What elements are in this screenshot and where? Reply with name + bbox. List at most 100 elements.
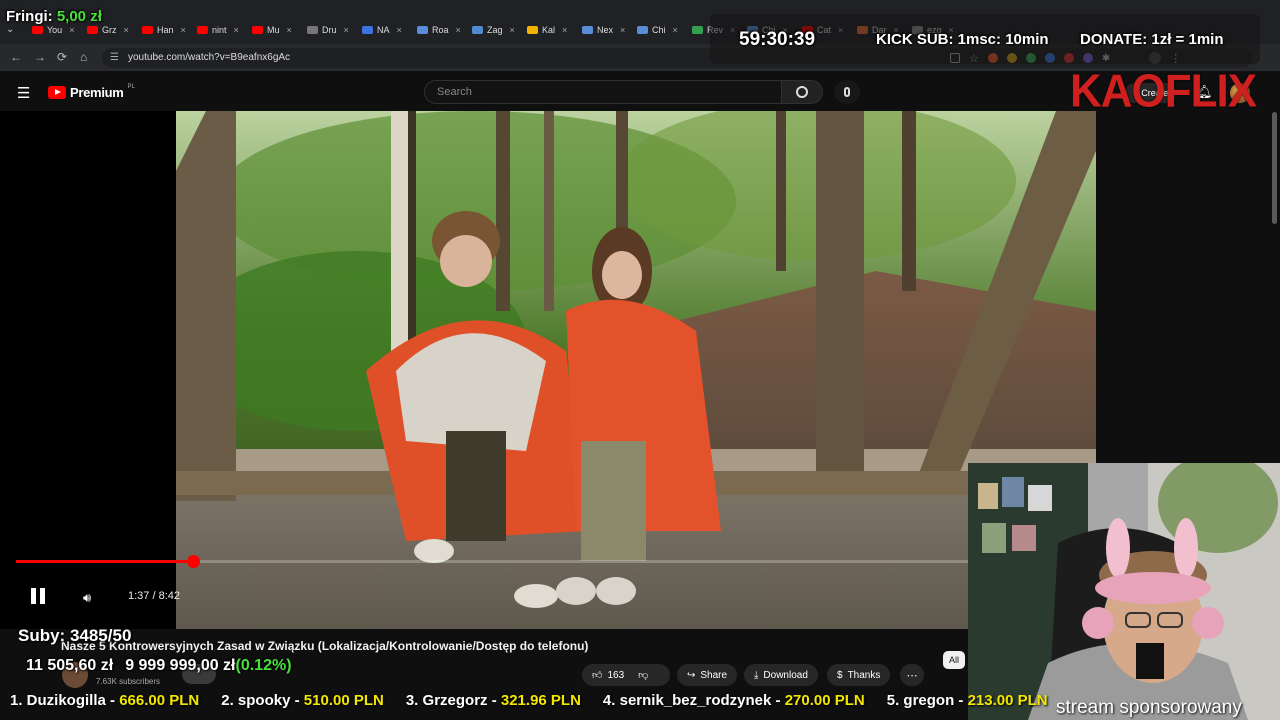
- sponsored-notice: stream sponsorowany: [1056, 697, 1242, 718]
- video-title: Nasze 5 Kontrowersyjnych Zasad w Związku…: [61, 639, 589, 653]
- tab-title: Kal: [542, 25, 556, 35]
- donor-separator: -: [771, 691, 785, 709]
- tab-title: Han: [157, 25, 174, 35]
- tab-close-icon[interactable]: ×: [510, 25, 515, 35]
- tab-list-chevron-icon[interactable]: ⌄: [6, 24, 14, 35]
- forward-arrow-icon[interactable]: →: [34, 50, 46, 64]
- secondary-column: [1096, 111, 1280, 463]
- tab-favicon-icon: [527, 26, 538, 34]
- like-count: 163: [607, 669, 625, 681]
- progress-bar-fill: [16, 560, 194, 563]
- kick-sub-rate: KICK SUB: 1msc: 10min: [876, 31, 1049, 48]
- tab-favicon-icon: [307, 26, 318, 34]
- home-icon[interactable]: ⌂: [80, 50, 87, 64]
- browser-tab[interactable]: Mu ×: [252, 22, 292, 38]
- kaoflix-logo: KAOFLIX: [1070, 65, 1257, 118]
- goal-percent: (0.12%): [235, 657, 292, 674]
- chip-all[interactable]: All: [943, 651, 966, 669]
- share-button[interactable]: ↪ Share: [677, 664, 738, 686]
- donor-name: 5. gregon: [886, 691, 955, 709]
- search-button[interactable]: [781, 80, 823, 104]
- donor-amount: 321.96 PLN: [500, 691, 581, 709]
- search-input[interactable]: Search: [424, 80, 782, 104]
- player-letterbox-left: [0, 111, 176, 629]
- tab-favicon-icon: [87, 26, 98, 34]
- donor-name: 4. sernik_bez_rodzynek: [602, 691, 772, 709]
- tab-close-icon[interactable]: ×: [456, 25, 461, 35]
- download-button[interactable]: ⤓ Download: [744, 664, 818, 686]
- thumbs-down-icon: 👎︎: [638, 670, 649, 681]
- video-frame[interactable]: [176, 111, 1096, 629]
- thanks-button[interactable]: $ Thanks: [827, 664, 891, 686]
- tab-close-icon[interactable]: ×: [69, 25, 74, 35]
- back-arrow-icon[interactable]: ←: [10, 50, 22, 64]
- tab-close-icon[interactable]: ×: [287, 25, 292, 35]
- tab-favicon-icon: [582, 26, 593, 34]
- more-dots-icon: ⋯: [906, 669, 918, 682]
- subathon-timer: 59:30:39: [739, 29, 816, 50]
- tab-close-icon[interactable]: ×: [397, 25, 402, 35]
- donation-goal: 11 505,60 zł 9 999 999,00 zł (0.12%): [26, 657, 292, 675]
- fringi-label: Fringi:: [6, 8, 53, 25]
- tab-favicon-icon: [197, 26, 208, 34]
- tab-title: nint: [212, 25, 227, 35]
- streamer-webcam: [968, 463, 1280, 720]
- money-raised: 11 505,60 zł: [26, 657, 114, 674]
- download-icon: ⤓: [754, 669, 759, 681]
- browser-tab[interactable]: NA ×: [362, 22, 402, 38]
- tab-title: Zag: [487, 25, 503, 35]
- donor-entry: 1. Duzikogilla - 666.00 PLN: [10, 692, 199, 709]
- tab-close-icon[interactable]: ×: [620, 25, 625, 35]
- browser-tab[interactable]: Dru ×: [307, 22, 349, 38]
- reload-icon[interactable]: ⟳: [57, 50, 67, 64]
- dislike-button[interactable]: 👎︎: [638, 669, 648, 681]
- pause-button[interactable]: [31, 588, 49, 606]
- site-info-icon[interactable]: ☰: [110, 52, 119, 63]
- tab-close-icon[interactable]: ×: [673, 25, 678, 35]
- browser-tab[interactable]: Nex ×: [582, 22, 625, 38]
- time-display: 1:37 / 8:42: [128, 590, 180, 602]
- browser-tab[interactable]: Roa ×: [417, 22, 461, 38]
- progress-scrubber-handle[interactable]: [187, 555, 201, 568]
- chip-all-label: All: [949, 655, 960, 665]
- voice-search-button[interactable]: [834, 80, 860, 104]
- browser-tab[interactable]: Zag ×: [472, 22, 515, 38]
- fringi-value: 5,00 zł: [56, 8, 102, 25]
- browser-tab[interactable]: nint ×: [197, 22, 239, 38]
- tab-favicon-icon: [472, 26, 483, 34]
- thanks-label: Thanks: [847, 669, 881, 681]
- tab-favicon-icon: [252, 26, 263, 34]
- donor-name: 1. Duzikogilla: [10, 691, 106, 709]
- donor-amount: 270.00 PLN: [784, 691, 865, 709]
- tab-title: NA: [377, 25, 390, 35]
- tab-title: Grz: [102, 25, 117, 35]
- pause-icon: [31, 588, 36, 604]
- youtube-brand: Premium: [70, 85, 124, 100]
- microphone-icon: [844, 87, 850, 97]
- tab-favicon-icon: [417, 26, 428, 34]
- tab-favicon-icon: [692, 26, 703, 34]
- browser-tab[interactable]: Kal ×: [527, 22, 567, 38]
- share-label: Share: [700, 669, 728, 681]
- donor-entry: 2. spooky - 510.00 PLN: [221, 692, 384, 709]
- volume-button[interactable]: 🔊︎: [83, 590, 91, 606]
- youtube-logo[interactable]: Premium PL: [48, 84, 135, 100]
- tab-close-icon[interactable]: ×: [234, 25, 239, 35]
- donor-separator: -: [954, 691, 968, 709]
- browser-tab[interactable]: Chi ×: [637, 22, 678, 38]
- tab-close-icon[interactable]: ×: [562, 25, 567, 35]
- tab-close-icon[interactable]: ×: [181, 25, 186, 35]
- tab-close-icon[interactable]: ×: [124, 25, 129, 35]
- thanks-dollar-icon: $: [837, 669, 843, 681]
- browser-tab[interactable]: Han ×: [142, 22, 186, 38]
- progress-bar-track[interactable]: [16, 555, 968, 568]
- tab-favicon-icon: [637, 26, 648, 34]
- tab-close-icon[interactable]: ×: [344, 25, 349, 35]
- more-actions-button[interactable]: ⋯: [900, 664, 924, 686]
- goal-target: 9 999 999,00 zł: [125, 657, 236, 674]
- page-scrollbar[interactable]: [1272, 112, 1277, 224]
- hamburger-menu-icon[interactable]: ☰: [17, 84, 30, 102]
- subs-counter: Suby: 3485/50: [18, 626, 132, 645]
- tab-title: Roa: [432, 25, 449, 35]
- like-button[interactable]: 👍︎ 163: [582, 669, 625, 682]
